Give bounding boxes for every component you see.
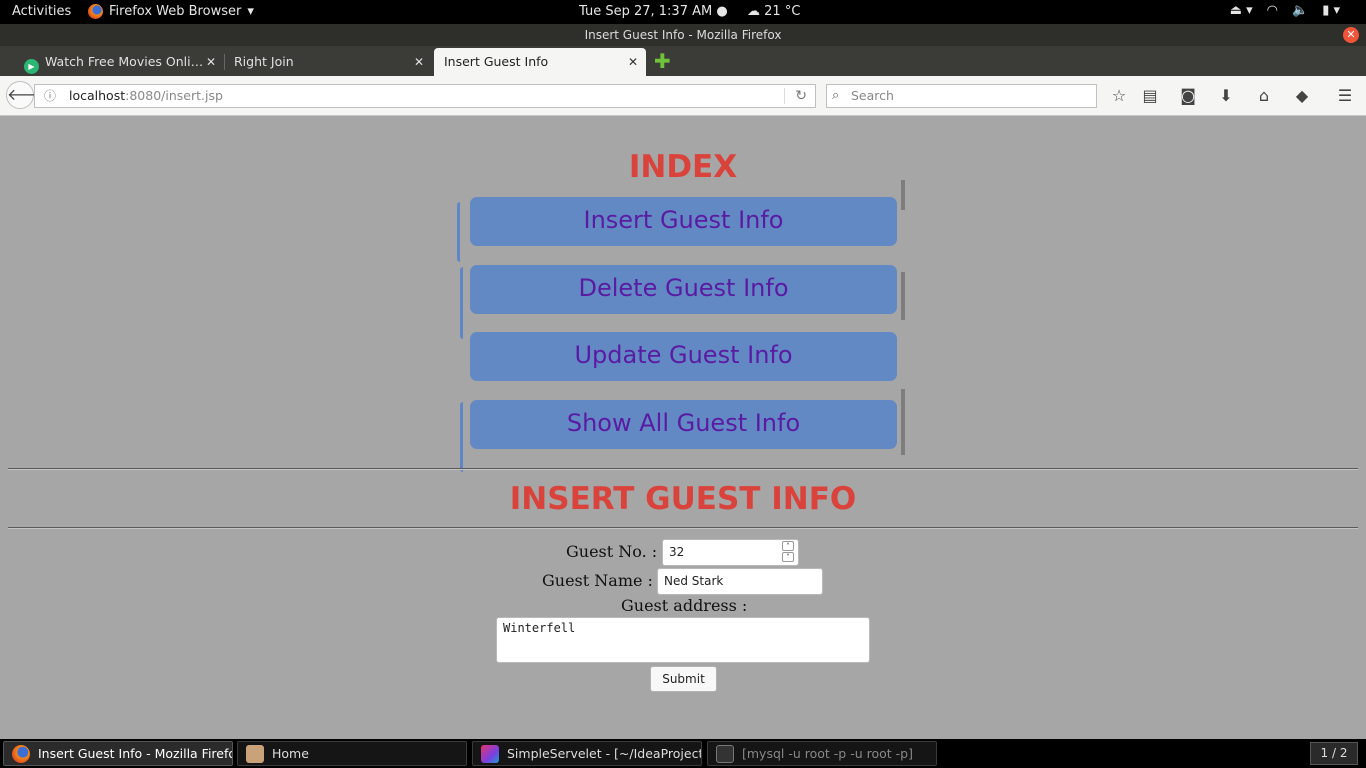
download-icon[interactable]: ⬇ (1216, 86, 1236, 106)
tab-close-icon[interactable]: ✕ (414, 48, 424, 76)
tab-close-icon[interactable]: ✕ (628, 48, 638, 76)
decorative-shadow (901, 180, 905, 210)
tab-right-join[interactable]: Right Join ✕ (224, 48, 432, 76)
play-icon: ▶ (24, 59, 39, 74)
file-manager-icon (246, 745, 264, 763)
window-list-bar: Insert Guest Info - Mozilla Firefox Home… (0, 739, 1366, 768)
guest-name-input[interactable]: Ned Stark (657, 568, 823, 595)
reading-list-icon[interactable]: ▤ (1140, 86, 1160, 106)
task-terminal[interactable]: [mysql -u root -p -u root -p] (707, 741, 937, 766)
wifi-icon[interactable]: ◠ (1267, 3, 1278, 18)
navigation-toolbar: 🡐 ⓘ localhost:8080/insert.jsp ↻ ⌕ Search… (0, 76, 1366, 116)
system-tray[interactable]: ⏏ ▾ ◠ 🔈 ▮ ▾ (1230, 3, 1340, 18)
cloud-icon: ☁ (747, 4, 760, 19)
tab-label: Right Join (234, 54, 294, 69)
system-top-bar: Activities Firefox Web Browser ▾ Tue Sep… (0, 0, 1366, 24)
hamburger-menu-icon[interactable]: ☰ (1335, 86, 1355, 106)
stepper-up-icon[interactable]: ˄ (782, 541, 794, 551)
task-label: Insert Guest Info - Mozilla Firefox (38, 746, 233, 761)
firefox-icon (12, 745, 30, 763)
chevron-down-icon: ▾ (247, 4, 254, 19)
stepper-down-icon[interactable]: ˅ (782, 552, 794, 562)
decorative-shadow (901, 389, 905, 455)
notification-dot-icon: ● (716, 4, 728, 19)
task-intellij[interactable]: SimpleServelet - [~/IdeaProjects/... (472, 741, 702, 766)
form-heading: INSERT GUEST INFO (509, 481, 857, 517)
tab-bar: ▶ Watch Free Movies Onli… ✕ Right Join ✕ … (0, 46, 1366, 76)
firefox-icon (88, 4, 103, 19)
tab-close-icon[interactable]: ✕ (206, 48, 216, 76)
pocket-icon[interactable]: ◙ (1178, 86, 1198, 106)
tab-insert-guest-info[interactable]: Insert Guest Info ✕ (434, 48, 646, 76)
divider (8, 527, 1358, 529)
activities-button[interactable]: Activities (12, 4, 71, 19)
menu-delete-guest-info[interactable]: Delete Guest Info (470, 265, 897, 314)
decorative-border (460, 267, 463, 339)
developer-icon[interactable]: ◆ (1292, 86, 1312, 106)
menu-insert-guest-info[interactable]: Insert Guest Info (470, 197, 897, 246)
search-icon: ⌕ (832, 88, 840, 103)
tab-label: Watch Free Movies Onli… (45, 54, 204, 69)
terminal-icon (716, 745, 734, 763)
task-home[interactable]: Home (237, 741, 467, 766)
clock[interactable]: Tue Sep 27, 1:37 AM ● (579, 4, 728, 19)
task-label: [mysql -u root -p -u root -p] (742, 746, 913, 761)
guest-address-value: Winterfell (503, 621, 576, 635)
menu-update-guest-info[interactable]: Update Guest Info (470, 332, 897, 381)
window-close-button[interactable]: ✕ (1343, 27, 1359, 43)
task-firefox[interactable]: Insert Guest Info - Mozilla Firefox (3, 741, 233, 766)
number-stepper[interactable]: ˄ ˅ (782, 541, 794, 563)
task-label: Home (272, 746, 309, 761)
clock-label: Tue Sep 27, 1:37 AM (579, 4, 713, 19)
back-button[interactable]: 🡐 (6, 81, 50, 109)
decorative-border (457, 202, 460, 262)
divider (8, 468, 1358, 470)
new-tab-button[interactable]: ✚ (654, 51, 671, 71)
guest-address-label: Guest address : (621, 596, 748, 615)
decorative-border (460, 402, 463, 472)
guest-no-label: Guest No. : (566, 542, 658, 561)
guest-name-value: Ned Stark (664, 574, 724, 588)
url-path: :8080/insert.jsp (125, 88, 223, 103)
intellij-icon (481, 745, 499, 763)
home-icon[interactable]: ⌂ (1254, 86, 1274, 106)
submit-button[interactable]: Submit (650, 666, 717, 692)
url-bar[interactable]: ⓘ localhost:8080/insert.jsp ↻ (34, 84, 816, 108)
index-heading: INDEX (628, 149, 738, 185)
site-info-icon[interactable]: ⓘ (44, 85, 56, 107)
task-label: SimpleServelet - [~/IdeaProjects/... (507, 746, 702, 761)
menu-show-all-guest-info[interactable]: Show All Guest Info (470, 400, 897, 449)
search-placeholder: Search (851, 88, 894, 103)
app-menu[interactable]: Firefox Web Browser ▾ (88, 4, 254, 19)
search-input[interactable]: ⌕ Search (826, 84, 1097, 108)
bookmark-star-icon[interactable]: ☆ (1109, 86, 1129, 106)
guest-no-input[interactable]: 32 ˄ ˅ (662, 539, 799, 566)
guest-address-textarea[interactable]: Winterfell (496, 617, 870, 663)
guest-name-label: Guest Name : (542, 571, 653, 590)
workspace-indicator[interactable]: 1 / 2 (1310, 742, 1358, 765)
url-separator (784, 88, 785, 104)
battery-icon[interactable]: ▮ ▾ (1322, 3, 1340, 18)
weather-label: 21 °C (764, 4, 801, 19)
window-titlebar: Insert Guest Info - Mozilla Firefox ✕ (0, 24, 1366, 46)
reload-icon[interactable]: ↻ (795, 85, 807, 107)
tab-label: Insert Guest Info (444, 54, 549, 69)
guest-no-value: 32 (669, 545, 685, 559)
eject-icon[interactable]: ⏏ ▾ (1230, 3, 1253, 18)
url-host: localhost (69, 88, 126, 103)
tab-watch-movies[interactable]: ▶ Watch Free Movies Onli… ✕ (14, 48, 224, 76)
decorative-shadow (901, 272, 905, 320)
app-menu-label: Firefox Web Browser (109, 4, 242, 19)
window-title: Insert Guest Info - Mozilla Firefox (584, 28, 782, 42)
page-content: INDEX Insert Guest Info Delete Guest Inf… (0, 117, 1366, 739)
volume-icon[interactable]: 🔈 (1292, 3, 1308, 18)
weather-indicator[interactable]: ☁ 21 °C (747, 4, 800, 19)
